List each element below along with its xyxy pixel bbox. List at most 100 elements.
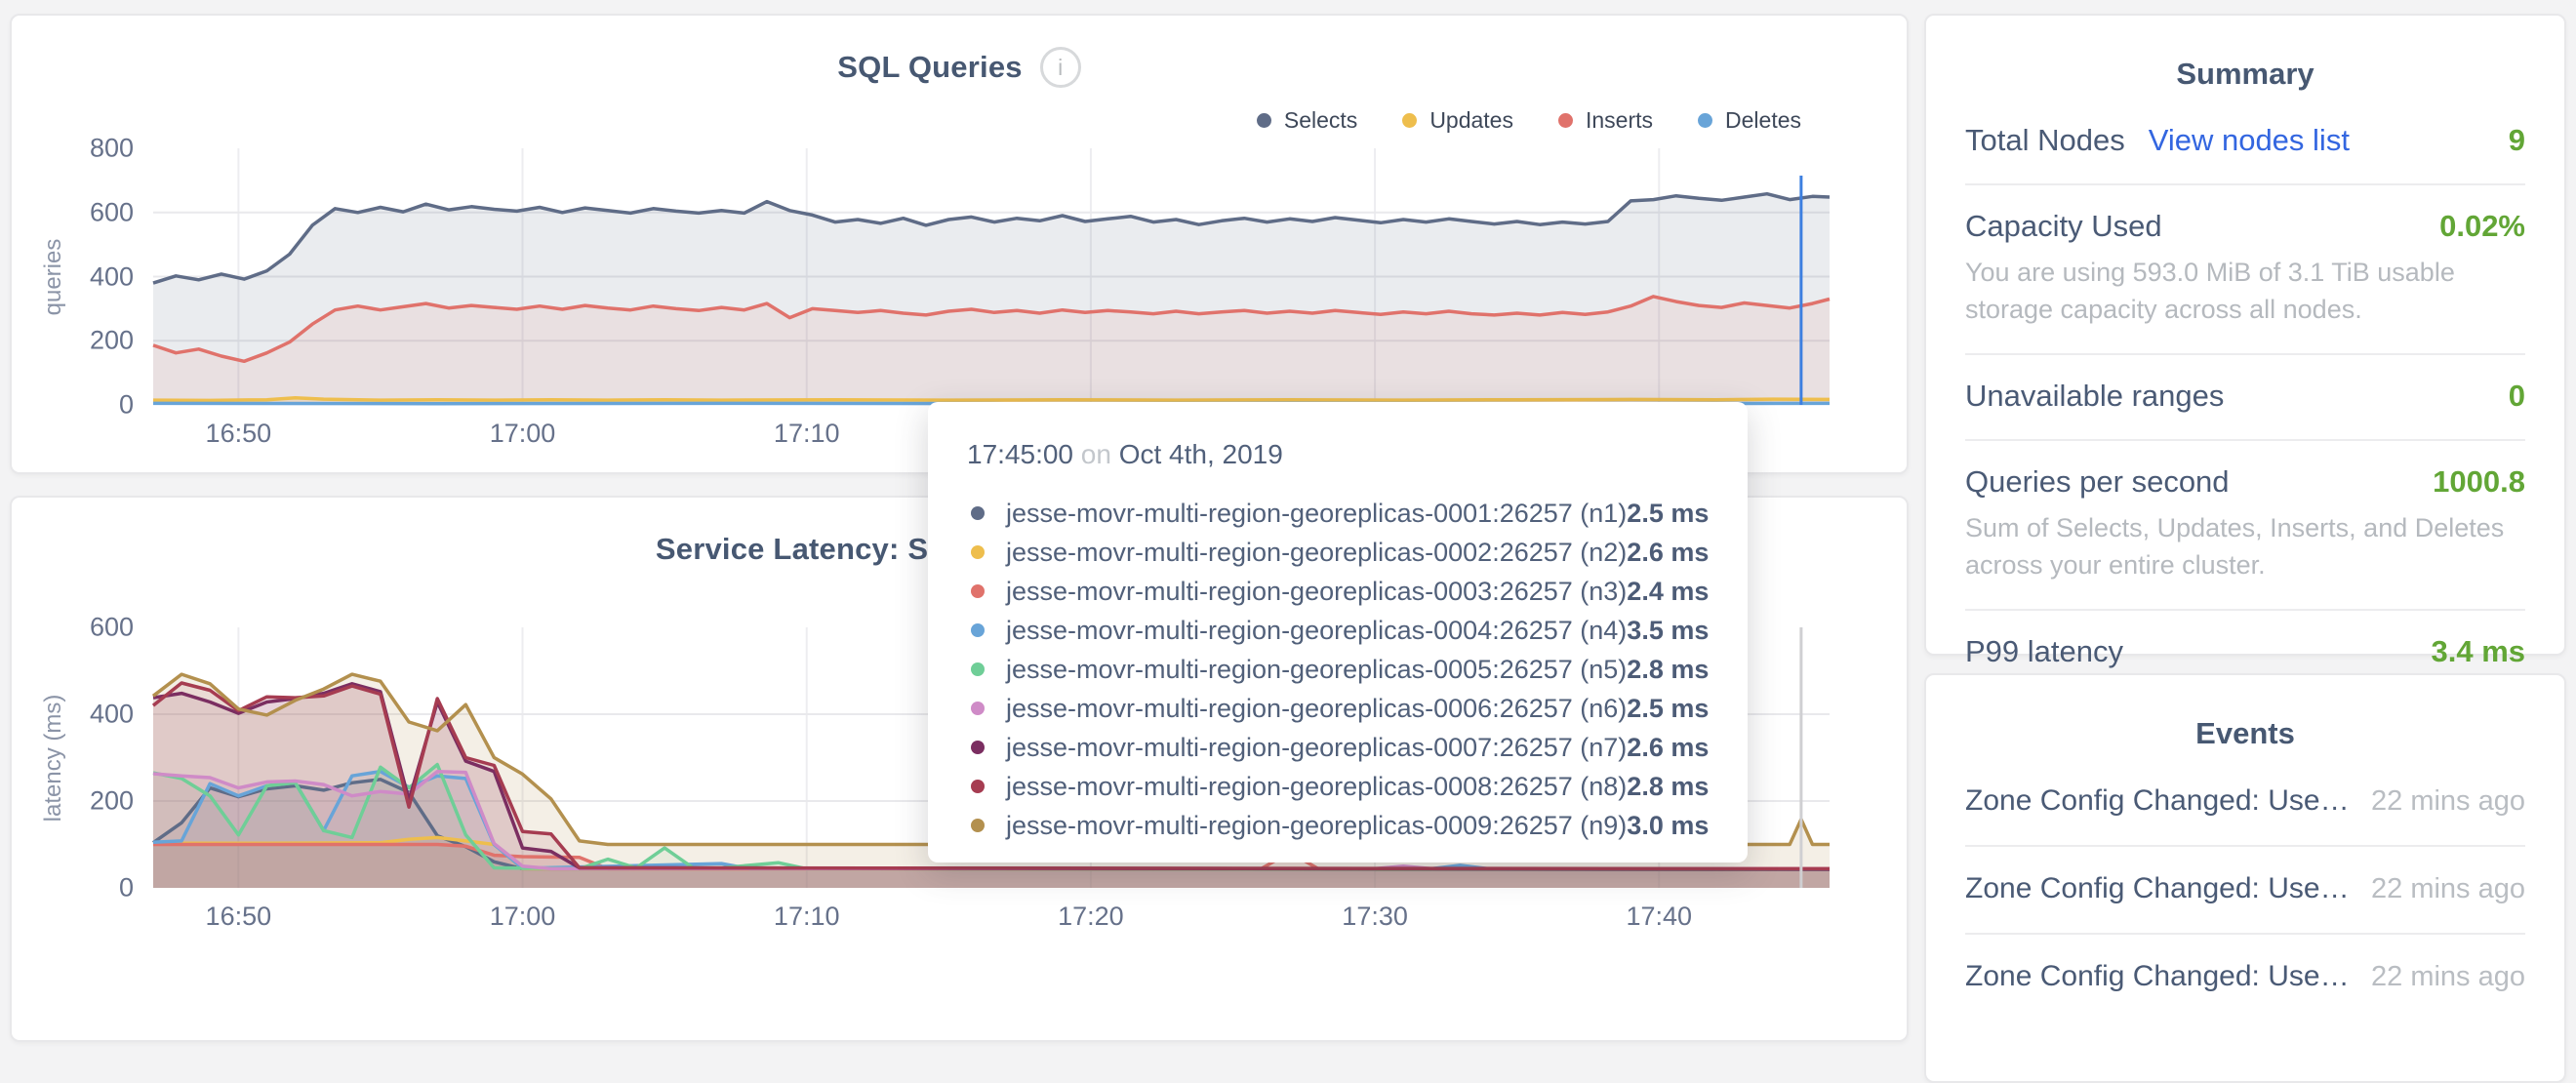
summary-card: Summary Total Nodes View nodes list 9 Capac… bbox=[1924, 14, 2566, 656]
x-axis-tick: 17:30 bbox=[1342, 902, 1408, 932]
summary-item-description: Sum of Selects, Updates, Inserts, and De… bbox=[1965, 509, 2525, 583]
node-name: jesse-movr-multi-region-georeplicas-0006… bbox=[1006, 694, 1627, 724]
tooltip-row: jesse-movr-multi-region-georeplicas-0008… bbox=[965, 767, 1711, 806]
summary-item: Capacity Used 0.02% You are using 593.0 Mi… bbox=[1965, 183, 2525, 353]
tooltip-row: jesse-movr-multi-region-georeplicas-0003… bbox=[965, 572, 1711, 611]
summary-item-value: 9 bbox=[2509, 123, 2525, 158]
summary-item-value: 3.4 ms bbox=[2431, 634, 2525, 669]
y-axis-label: queries bbox=[40, 238, 67, 315]
node-latency-value: 3.0 ms bbox=[1627, 811, 1712, 841]
sql-queries-header: SQL Queries i bbox=[12, 47, 1907, 88]
chart-legend: Selects Updates Inserts Deletes bbox=[1257, 107, 1801, 134]
y-axis-tick: 400 bbox=[90, 700, 134, 730]
legend-label: Selects bbox=[1284, 107, 1357, 134]
x-axis-tick: 16:50 bbox=[206, 902, 272, 932]
legend-item[interactable]: Inserts bbox=[1558, 107, 1653, 134]
node-color-dot bbox=[971, 662, 985, 676]
view-nodes-list-link[interactable]: View nodes list bbox=[2149, 123, 2350, 158]
x-axis-tick: 17:10 bbox=[774, 419, 840, 449]
sql-queries-title: SQL Queries bbox=[837, 50, 1022, 85]
node-color-dot bbox=[971, 702, 985, 715]
node-color-dot bbox=[971, 545, 985, 559]
node-color-dot bbox=[971, 623, 985, 637]
event-row[interactable]: Zone Config Changed: User…22 mins ago bbox=[1965, 759, 2525, 845]
legend-item[interactable]: Deletes bbox=[1698, 107, 1801, 134]
node-color-dot bbox=[971, 741, 985, 754]
summary-list: Total Nodes View nodes list 9 Capacity Used… bbox=[1926, 100, 2564, 695]
node-name: jesse-movr-multi-region-georeplicas-0005… bbox=[1006, 655, 1627, 685]
x-axis-tick: 17:00 bbox=[490, 419, 556, 449]
info-icon[interactable]: i bbox=[1040, 47, 1081, 88]
tooltip-row: jesse-movr-multi-region-georeplicas-0005… bbox=[965, 650, 1711, 689]
node-name: jesse-movr-multi-region-georeplicas-0007… bbox=[1006, 733, 1627, 763]
legend-dot bbox=[1558, 113, 1573, 128]
node-name: jesse-movr-multi-region-georeplicas-0008… bbox=[1006, 772, 1627, 802]
summary-item-value: 0 bbox=[2509, 379, 2525, 414]
event-description: Zone Config Changed: User… bbox=[1965, 872, 2355, 905]
tooltip-row: jesse-movr-multi-region-georeplicas-0009… bbox=[965, 806, 1711, 845]
node-latency-value: 2.5 ms bbox=[1627, 694, 1712, 724]
event-row[interactable]: Zone Config Changed: User… 22 mins ago bbox=[1965, 845, 2525, 933]
x-axis-tick: 17:40 bbox=[1626, 902, 1692, 932]
legend-label: Inserts bbox=[1586, 107, 1653, 134]
sql-queries-chart[interactable] bbox=[153, 148, 1830, 405]
node-name: jesse-movr-multi-region-georeplicas-0004… bbox=[1006, 616, 1627, 646]
summary-item-label: Queries per second bbox=[1965, 464, 2230, 500]
y-axis-tick: 400 bbox=[90, 261, 134, 292]
y-axis-tick: 600 bbox=[90, 197, 134, 227]
events-title: Events bbox=[1926, 716, 2564, 751]
event-timestamp: 22 mins ago bbox=[2371, 873, 2525, 905]
summary-item-description: You are using 593.0 MiB of 3.1 TiB usabl… bbox=[1965, 254, 2525, 328]
tooltip-row: jesse-movr-multi-region-georeplicas-0007… bbox=[965, 728, 1711, 767]
node-color-dot bbox=[971, 506, 985, 520]
event-row[interactable]: Zone Config Changed: User… 22 mins ago bbox=[1965, 933, 2525, 1021]
node-name: jesse-movr-multi-region-georeplicas-0009… bbox=[1006, 811, 1627, 841]
summary-item-label: P99 latency bbox=[1965, 634, 2123, 669]
legend-dot bbox=[1402, 113, 1417, 128]
event-description: Zone Config Changed: User… bbox=[1965, 960, 2355, 993]
legend-label: Deletes bbox=[1725, 107, 1801, 134]
y-axis-label: latency (ms) bbox=[40, 694, 67, 822]
tooltip-timestamp: 17:45:00 on Oct 4th, 2019 bbox=[967, 439, 1711, 470]
node-latency-value: 3.5 ms bbox=[1627, 616, 1712, 646]
event-timestamp: 22 mins ago bbox=[2371, 961, 2525, 993]
summary-item-value: 1000.8 bbox=[2433, 464, 2525, 500]
summary-title: Summary bbox=[1926, 57, 2564, 92]
legend-item[interactable]: Updates bbox=[1402, 107, 1513, 134]
chart-hover-tooltip: 17:45:00 on Oct 4th, 2019 jesse-movr-mul… bbox=[928, 402, 1748, 862]
y-axis-tick: 800 bbox=[90, 134, 134, 164]
node-latency-value: 2.8 ms bbox=[1627, 655, 1712, 685]
node-name: jesse-movr-multi-region-georeplicas-0003… bbox=[1006, 577, 1627, 607]
tooltip-row: jesse-movr-multi-region-georeplicas-0004… bbox=[965, 611, 1711, 650]
tooltip-date: Oct 4th, 2019 bbox=[1119, 439, 1283, 469]
summary-item: Unavailable ranges 0 bbox=[1965, 353, 2525, 439]
node-latency-value: 2.6 ms bbox=[1627, 538, 1712, 568]
tooltip-conjunction: on bbox=[1081, 439, 1119, 469]
summary-item-label: Unavailable ranges bbox=[1965, 379, 2224, 414]
tooltip-time: 17:45:00 bbox=[967, 439, 1073, 469]
y-axis-tick: 0 bbox=[119, 390, 134, 421]
cluster-overview-page: { "icons": { "info": "i" }, "accents": {… bbox=[0, 0, 2576, 974]
node-latency-value: 2.4 ms bbox=[1627, 577, 1712, 607]
y-axis-tick: 600 bbox=[90, 613, 134, 643]
summary-item: Total Nodes View nodes list 9 bbox=[1965, 100, 2525, 183]
x-axis-tick: 16:50 bbox=[206, 419, 272, 449]
event-description: Zone Config Changed: User… bbox=[1965, 784, 2355, 818]
legend-item[interactable]: Selects bbox=[1257, 107, 1357, 134]
tooltip-rows: jesse-movr-multi-region-georeplicas-0001… bbox=[965, 494, 1711, 845]
x-axis-tick: 17:00 bbox=[490, 902, 556, 932]
y-axis-tick: 200 bbox=[90, 786, 134, 817]
node-latency-value: 2.5 ms bbox=[1627, 499, 1712, 529]
summary-item-label: Capacity Used bbox=[1965, 209, 2162, 244]
summary-item: Queries per second 1000.8 Sum of Selects, … bbox=[1965, 439, 2525, 609]
node-name: jesse-movr-multi-region-georeplicas-0001… bbox=[1006, 499, 1627, 529]
node-color-dot bbox=[971, 584, 985, 598]
tooltip-row: jesse-movr-multi-region-georeplicas-0001… bbox=[965, 494, 1711, 533]
summary-item-label: Total Nodes bbox=[1965, 123, 2125, 158]
x-axis-tick: 17:10 bbox=[774, 902, 840, 932]
summary-item-value: 0.02% bbox=[2439, 209, 2525, 244]
sql-queries-plot[interactable]: queries 020040060080016:5017:0017:1017:2… bbox=[153, 148, 1830, 405]
events-card: Events Zone Config Changed: User… 22 mins… bbox=[1924, 673, 2566, 1083]
node-latency-value: 2.6 ms bbox=[1627, 733, 1712, 763]
node-color-dot bbox=[971, 780, 985, 793]
